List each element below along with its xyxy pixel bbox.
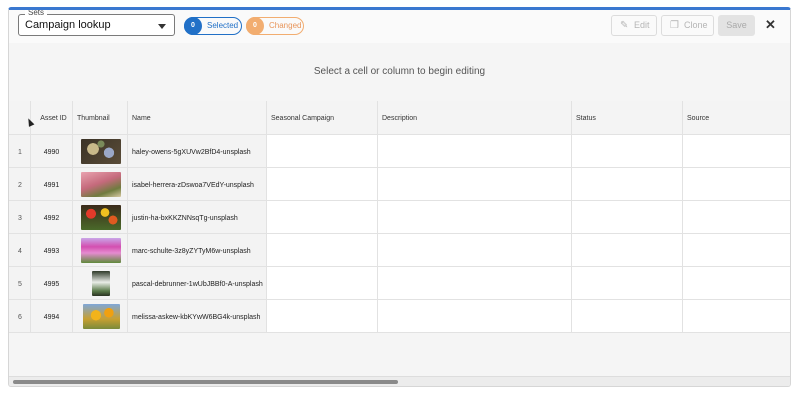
status-cell[interactable] (572, 300, 683, 333)
seasonal-campaign-cell[interactable] (267, 300, 378, 333)
description-cell[interactable] (378, 234, 572, 267)
asset-id-cell[interactable]: 4991 (31, 168, 73, 201)
thumbnail-image (81, 172, 121, 197)
close-icon[interactable]: ✕ (765, 15, 776, 34)
copy-icon: ❐ (670, 20, 679, 31)
description-cell[interactable] (378, 201, 572, 234)
thumbnail-cell[interactable] (73, 300, 128, 333)
column-header-source[interactable]: Source (683, 101, 790, 135)
asset-id-cell[interactable]: 4994 (31, 300, 73, 333)
selected-label: Selected (207, 21, 239, 30)
edit-button[interactable]: ✎ Edit (611, 15, 657, 36)
save-button[interactable]: Save (718, 15, 755, 36)
status-cell[interactable] (572, 135, 683, 168)
column-header-seasonal-campaign[interactable]: Seasonal Campaign (267, 101, 378, 135)
source-cell[interactable] (683, 234, 790, 267)
horizontal-scrollbar[interactable] (9, 376, 790, 386)
thumbnail-image (81, 205, 121, 230)
description-cell[interactable] (378, 135, 572, 168)
source-cell[interactable] (683, 267, 790, 300)
description-cell[interactable] (378, 300, 572, 333)
clone-button-label: Clone (684, 20, 708, 30)
table-row[interactable]: 3 4992 justin-ha-bxKKZNNsqTg-unsplash (9, 201, 790, 234)
seasonal-campaign-cell[interactable] (267, 267, 378, 300)
row-index-cell[interactable]: 4 (9, 234, 31, 267)
asset-id-cell[interactable]: 4995 (31, 267, 73, 300)
name-cell[interactable]: melissa-askew-kbKYwW6BG4k-unsplash (128, 300, 267, 333)
scrollbar-thumb[interactable] (13, 380, 398, 384)
status-cell[interactable] (572, 267, 683, 300)
row-index-cell[interactable]: 2 (9, 168, 31, 201)
column-header-description[interactable]: Description (378, 101, 572, 135)
changed-label: Changed (269, 21, 302, 30)
column-header-name[interactable]: Name (128, 101, 267, 135)
row-index-cell[interactable]: 3 (9, 201, 31, 234)
status-cell[interactable] (572, 201, 683, 234)
table-header-row: Asset ID Thumbnail Name Seasonal Campaig… (9, 101, 790, 135)
seasonal-campaign-cell[interactable] (267, 201, 378, 234)
chevron-down-icon (158, 24, 166, 29)
status-cell[interactable] (572, 168, 683, 201)
changed-filter-pill[interactable]: 0 Changed (246, 17, 304, 35)
asset-id-cell[interactable]: 4990 (31, 135, 73, 168)
seasonal-campaign-cell[interactable] (267, 168, 378, 201)
asset-id-cell[interactable]: 4992 (31, 201, 73, 234)
row-index-cell[interactable]: 6 (9, 300, 31, 333)
edit-button-label: Edit (634, 20, 650, 30)
clone-button[interactable]: ❐ Clone (661, 15, 714, 36)
thumbnail-image (83, 304, 120, 329)
thumbnail-image (81, 139, 121, 164)
column-header-thumbnail[interactable]: Thumbnail (73, 101, 128, 135)
source-cell[interactable] (683, 135, 790, 168)
table-row[interactable]: 4 4993 marc-schulte-3z8yZYTyM6w-unsplash (9, 234, 790, 267)
column-header-asset-id[interactable]: Asset ID (31, 101, 73, 135)
pencil-icon: ✎ (620, 20, 629, 31)
toolbar: Sets Campaign lookup 0 Selected 0 Change… (9, 10, 790, 43)
editing-hint: Select a cell or column to begin editing (313, 66, 486, 77)
row-index-cell[interactable]: 5 (9, 267, 31, 300)
name-cell[interactable]: pascal-debrunner-1wUbJBBf0-A-unsplash (128, 267, 267, 300)
thumbnail-image (81, 238, 121, 263)
selected-count-badge: 0 (184, 17, 202, 35)
sets-label: Sets (25, 10, 48, 18)
status-cell[interactable] (572, 234, 683, 267)
selected-filter-pill[interactable]: 0 Selected (184, 17, 242, 35)
asset-grid-panel: Sets Campaign lookup 0 Selected 0 Change… (8, 7, 791, 387)
table-row[interactable]: 6 4994 melissa-askew-kbKYwW6BG4k-unsplas… (9, 300, 790, 333)
asset-id-cell[interactable]: 4993 (31, 234, 73, 267)
thumbnail-cell[interactable] (73, 201, 128, 234)
column-header-status[interactable]: Status (572, 101, 683, 135)
thumbnail-cell[interactable] (73, 234, 128, 267)
source-cell[interactable] (683, 300, 790, 333)
row-index-cell[interactable]: 1 (9, 135, 31, 168)
thumbnail-cell[interactable] (73, 168, 128, 201)
name-cell[interactable]: justin-ha-bxKKZNNsqTg-unsplash (128, 201, 267, 234)
name-cell[interactable]: marc-schulte-3z8yZYTyM6w-unsplash (128, 234, 267, 267)
table-row[interactable]: 2 4991 isabel-herrera-zDswoa7VEdY-unspla… (9, 168, 790, 201)
name-cell[interactable]: isabel-herrera-zDswoa7VEdY-unsplash (128, 168, 267, 201)
table-row[interactable]: 1 4990 haley-owens-5gXUVw2BfD4-unsplash (9, 135, 790, 168)
source-cell[interactable] (683, 201, 790, 234)
seasonal-campaign-cell[interactable] (267, 234, 378, 267)
changed-count-badge: 0 (246, 17, 264, 35)
description-cell[interactable] (378, 267, 572, 300)
thumbnail-image (92, 271, 110, 296)
description-cell[interactable] (378, 168, 572, 201)
sets-dropdown[interactable]: Sets Campaign lookup (18, 10, 175, 36)
name-cell[interactable]: haley-owens-5gXUVw2BfD4-unsplash (128, 135, 267, 168)
thumbnail-cell[interactable] (73, 135, 128, 168)
sets-value: Campaign lookup (25, 19, 111, 31)
source-cell[interactable] (683, 168, 790, 201)
table-row[interactable]: 5 4995 pascal-debrunner-1wUbJBBf0-A-unsp… (9, 267, 790, 300)
seasonal-campaign-cell[interactable] (267, 135, 378, 168)
thumbnail-cell[interactable] (73, 267, 128, 300)
